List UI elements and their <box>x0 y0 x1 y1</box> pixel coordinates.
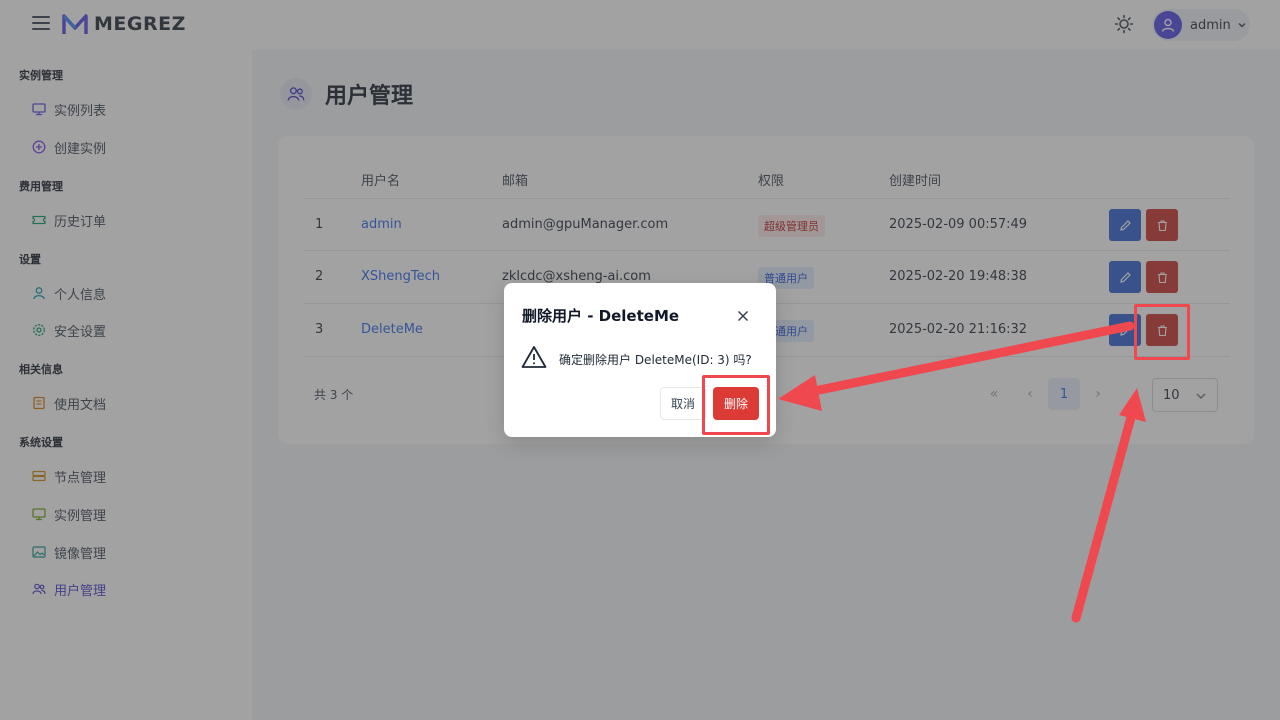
dialog-title: 删除用户 - DeleteMe <box>522 307 680 325</box>
highlight-box <box>702 375 770 435</box>
highlight-box <box>1134 304 1190 360</box>
cancel-button[interactable]: 取消 <box>660 387 706 420</box>
close-icon[interactable] <box>734 307 752 325</box>
dialog-message: 确定删除用户 DeleteMe(ID: 3) 吗? <box>559 353 752 367</box>
warning-icon <box>521 346 547 368</box>
